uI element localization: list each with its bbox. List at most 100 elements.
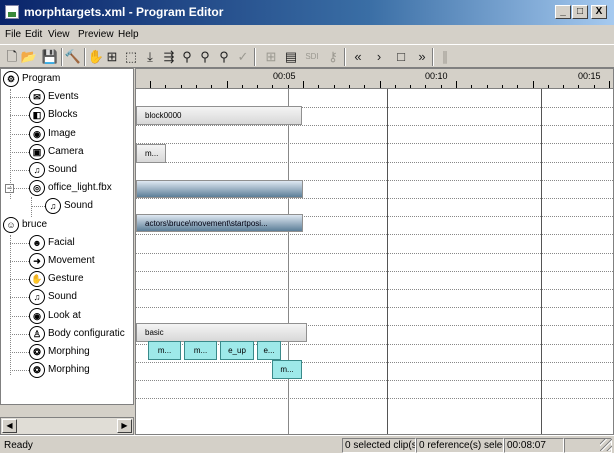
clip-body-config[interactable]: basic xyxy=(136,323,307,342)
scroll-right-button[interactable]: ▶ xyxy=(117,419,132,433)
close-button[interactable]: X xyxy=(591,5,607,19)
ruler-tick xyxy=(410,85,411,88)
tree-item[interactable]: ♫ Sound xyxy=(1,289,133,306)
insert-icon[interactable]: ⊞ xyxy=(103,48,121,66)
toolbar-separator xyxy=(61,48,63,66)
clip-morph[interactable]: m... xyxy=(148,341,181,360)
stop-icon[interactable]: □ xyxy=(392,48,410,66)
minimize-button[interactable]: _ xyxy=(555,5,571,19)
camera-icon[interactable]: ▤ xyxy=(282,48,300,66)
tree-item[interactable]: ☺ bruce xyxy=(1,216,133,233)
tree-item[interactable]: ❂ Morphing xyxy=(1,344,133,360)
play-icon[interactable]: › xyxy=(370,48,388,66)
clip-morph[interactable]: m... xyxy=(184,341,217,360)
ruler-tick xyxy=(318,85,319,88)
title-bar[interactable]: morphtargets.xml - Program Editor _ □ X xyxy=(0,0,614,25)
tree-connector xyxy=(10,170,29,171)
tree-item-label: Image xyxy=(48,127,76,139)
tree-item[interactable]: ▣ Camera xyxy=(1,143,133,160)
timeline-track[interactable] xyxy=(136,380,613,400)
tree-item[interactable]: ♫ Sound xyxy=(1,162,133,178)
timeline-track[interactable] xyxy=(136,162,613,181)
resize-grip[interactable] xyxy=(600,439,612,451)
grid-icon[interactable]: ⊞ xyxy=(262,48,280,66)
ruler-label: 00:05 xyxy=(273,71,296,81)
clip-morph[interactable]: e_up xyxy=(220,341,254,360)
ruler-tick xyxy=(272,85,273,88)
menu-edit[interactable]: Edit xyxy=(25,29,42,40)
search-icon[interactable]: ⚲ xyxy=(178,48,196,66)
tree-item[interactable]: ♙ Body configuratic xyxy=(1,325,133,342)
tree-item[interactable]: ➜ Movement xyxy=(1,253,133,269)
tree-item[interactable]: − ◎ office_light.fbx xyxy=(1,180,133,197)
hammer-icon[interactable]: 🔨 xyxy=(64,48,82,66)
down-arrow-icon[interactable]: ⤓ xyxy=(141,48,159,66)
filter-icon[interactable]: ⚷ xyxy=(324,48,342,66)
ruler-tick xyxy=(425,85,426,88)
menu-preview[interactable]: Preview xyxy=(78,29,114,40)
tree-item[interactable]: ◉ Look at xyxy=(1,307,133,324)
ruler-tick xyxy=(288,85,289,88)
timeline-track[interactable] xyxy=(136,289,613,309)
morphing-icon: ❂ xyxy=(29,362,45,379)
tree-connector xyxy=(10,235,11,375)
tree-item[interactable]: ♫ Sound xyxy=(1,198,133,215)
image-icon: ◉ xyxy=(29,125,45,142)
tree-item[interactable]: ☻ Facial xyxy=(1,234,133,251)
ruler-tick xyxy=(487,85,488,88)
tree-horizontal-scrollbar[interactable]: ◀ ▶ xyxy=(0,417,134,435)
tree-item[interactable]: ❂ Morphing xyxy=(1,362,133,379)
ruler-tick xyxy=(395,85,396,88)
timeline-track[interactable] xyxy=(136,125,613,145)
clip-camera[interactable]: m... xyxy=(136,144,166,163)
tree-item-label: Events xyxy=(48,91,79,103)
save-icon[interactable]: 💾 xyxy=(41,48,59,66)
body-icon: ♙ xyxy=(29,325,45,342)
app-icon xyxy=(5,5,19,19)
clip-movement[interactable]: actors\bruce\movement\startposi... xyxy=(136,214,303,232)
menu-file[interactable]: File xyxy=(5,29,21,40)
tree-item[interactable]: ◧ Blocks xyxy=(1,107,133,124)
open-icon[interactable]: 📂 xyxy=(20,48,38,66)
timeline-track[interactable] xyxy=(136,235,613,254)
scroll-left-button[interactable]: ◀ xyxy=(2,419,17,433)
search-prev-icon[interactable]: ⚲ xyxy=(196,48,214,66)
merge-icon[interactable]: ⇶ xyxy=(160,48,178,66)
tree-item[interactable]: ✋ Gesture xyxy=(1,271,133,288)
new-icon[interactable]: 🗋 xyxy=(3,48,21,66)
pause-icon[interactable]: ∥ xyxy=(436,48,454,66)
toolbar-separator xyxy=(254,48,256,66)
sdi-icon[interactable]: SDI xyxy=(302,48,322,66)
fast-forward-icon[interactable]: » xyxy=(413,48,431,66)
menu-view[interactable]: View xyxy=(48,29,70,40)
time-ruler[interactable]: 00:05 00:10 00:15 xyxy=(136,69,613,89)
clip-morph[interactable]: m... xyxy=(272,360,302,379)
ruler-tick xyxy=(441,85,442,88)
tree-item[interactable]: ⚙ Program xyxy=(1,71,133,87)
tree-connector xyxy=(10,89,11,199)
timeline-track[interactable] xyxy=(136,144,613,163)
timeline-track[interactable] xyxy=(136,271,613,290)
tree-item-label: Camera xyxy=(48,145,84,157)
window-title: morphtargets.xml - Program Editor xyxy=(24,5,224,19)
edit-icon[interactable]: ⬚ xyxy=(122,48,140,66)
toolbar-separator xyxy=(344,48,346,66)
clip-office-light[interactable] xyxy=(136,180,303,198)
camera-icon: ▣ xyxy=(29,143,45,160)
program-tree[interactable]: ⚙ Program ✉ Events ◧ Blocks ◉ Image ▣ Camera ♫ Soun… xyxy=(0,68,134,405)
tree-connector xyxy=(31,206,45,208)
rewind-icon[interactable]: « xyxy=(349,48,367,66)
menu-help[interactable]: Help xyxy=(118,29,139,40)
tree-connector xyxy=(10,133,29,135)
check-icon[interactable]: ✓ xyxy=(234,48,252,66)
clip-morph[interactable]: e... xyxy=(257,341,281,360)
search-next-icon[interactable]: ⚲ xyxy=(215,48,233,66)
tree-item[interactable]: ◉ Image xyxy=(1,125,133,142)
clip-block[interactable]: block0000 xyxy=(136,106,302,125)
timeline-panel[interactable]: 00:05 00:10 00:15 block0000 m... actors\… xyxy=(135,68,614,435)
maximize-button[interactable]: □ xyxy=(572,5,588,19)
tree-item[interactable]: ✉ Events xyxy=(1,89,133,106)
timeline-track[interactable] xyxy=(136,362,613,381)
ruler-tick xyxy=(502,85,503,88)
timeline-track[interactable] xyxy=(136,253,613,272)
